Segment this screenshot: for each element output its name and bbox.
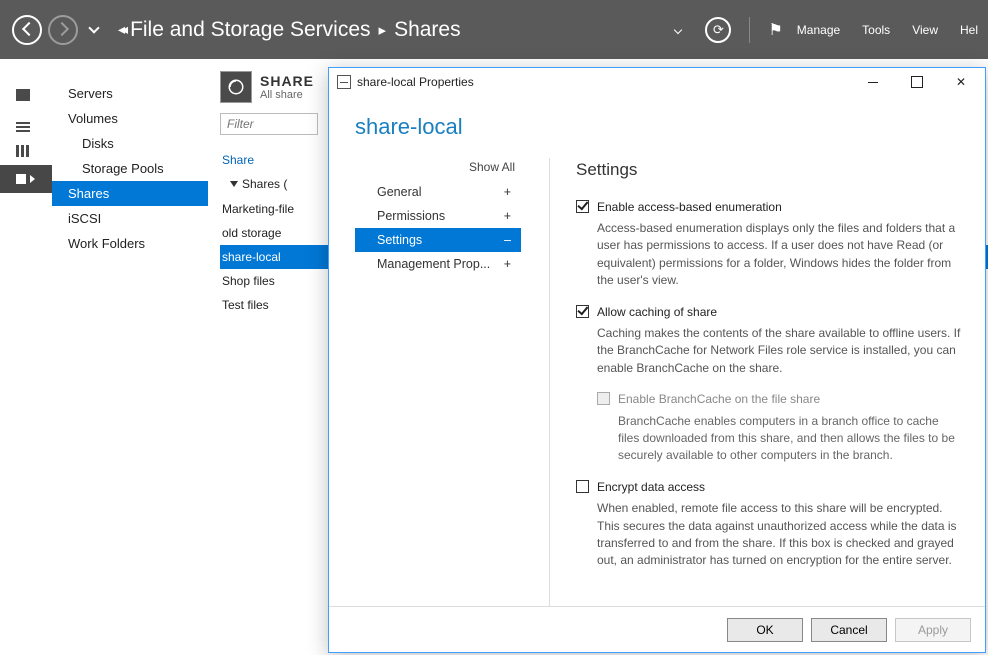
ok-button[interactable]: OK [727, 618, 803, 642]
cache-desc: Caching makes the contents of the share … [576, 321, 961, 377]
menu-view[interactable]: View [912, 23, 938, 37]
rail-local[interactable] [0, 109, 52, 137]
dlg-nav-management[interactable]: Management Prop... + [355, 252, 521, 276]
menu-help[interactable]: Hel [960, 23, 978, 37]
dlg-nav-settings[interactable]: Settings – [355, 228, 521, 252]
dialog-footer: OK Cancel Apply [329, 606, 985, 652]
branchcache-checkbox [597, 392, 610, 405]
forward-button[interactable] [48, 15, 78, 45]
menu-tools[interactable]: Tools [862, 23, 890, 37]
servers-icon [16, 145, 19, 157]
dlg-nav-permissions[interactable]: Permissions + [355, 204, 521, 228]
abe-checkbox[interactable] [576, 200, 589, 213]
dlg-nav-general[interactable]: General + [355, 180, 521, 204]
cancel-button[interactable]: Cancel [811, 618, 887, 642]
branchcache-label: Enable BranchCache on the file share [618, 391, 820, 408]
nav-servers[interactable]: Servers [52, 81, 208, 106]
breadcrumb: ◂◂ File and Storage Services ▸ Shares [116, 18, 461, 42]
icon-rail [0, 59, 52, 655]
dialog-heading: share-local [355, 104, 965, 158]
nav-disks[interactable]: Disks [52, 131, 208, 156]
filter-input[interactable] [220, 113, 318, 135]
branchcache-checkbox-row: Enable BranchCache on the file share [597, 391, 961, 408]
menu-manage[interactable]: Manage [797, 23, 840, 37]
rail-dashboard[interactable] [0, 81, 52, 109]
nav-work-folders[interactable]: Work Folders [52, 231, 208, 256]
dialog-titlebar[interactable]: share-local Properties ✕ [329, 68, 985, 96]
option-branchcache: Enable BranchCache on the file share Bra… [597, 391, 961, 465]
shares-tile-icon [220, 71, 252, 103]
rail-all[interactable] [0, 137, 52, 165]
encrypt-desc: When enabled, remote file access to this… [576, 496, 961, 570]
panel-title: SHARE [260, 73, 314, 89]
dlg-nav-label: Permissions [377, 209, 445, 223]
dialog-icon [337, 75, 351, 89]
abe-desc: Access-based enumeration displays only t… [576, 216, 961, 290]
collapse-icon: – [504, 233, 511, 247]
arrow-right-icon [57, 21, 70, 39]
menubar: Manage Tools View Hel [797, 23, 978, 37]
storage-icon [16, 174, 26, 184]
option-cache: Allow caching of share Caching makes the… [576, 304, 961, 378]
arrow-left-icon [21, 21, 34, 39]
minimize-button[interactable] [851, 68, 895, 96]
breadcrumb-separator-icon: ▸ [379, 21, 387, 39]
maximize-button[interactable] [895, 68, 939, 96]
collapse-icon [230, 181, 238, 187]
branchcache-desc: BranchCache enables computers in a branc… [597, 409, 961, 465]
dialog-title-text: share-local Properties [357, 75, 474, 89]
history-dropdown-icon[interactable] [88, 22, 99, 33]
dialog-nav: Show All General + Permissions + Settings –… [355, 158, 521, 606]
rail-file-storage[interactable] [0, 165, 52, 193]
cache-checkbox[interactable] [576, 305, 589, 318]
separator [749, 17, 750, 43]
nav-iscsi[interactable]: iSCSI [52, 206, 208, 231]
share-group-label: Shares ( [242, 177, 287, 191]
dlg-nav-label: General [377, 185, 421, 199]
dlg-nav-label: Settings [377, 233, 422, 247]
refresh-button[interactable]: ⟳ [705, 17, 731, 43]
dropdown-icon[interactable] [674, 25, 682, 33]
option-encrypt: Encrypt data access When enabled, remote… [576, 479, 961, 570]
encrypt-checkbox-row[interactable]: Encrypt data access [576, 479, 961, 496]
section-title: Settings [576, 158, 961, 183]
encrypt-label: Encrypt data access [597, 479, 705, 496]
notifications-flag-icon[interactable]: ⚑ [768, 20, 782, 40]
breadcrumb-part-0[interactable]: File and Storage Services [130, 18, 370, 42]
breadcrumb-part-1[interactable]: Shares [394, 18, 461, 42]
cache-label: Allow caching of share [597, 304, 717, 321]
breadcrumb-back-icon[interactable]: ◂◂ [118, 21, 124, 38]
expand-icon: + [504, 185, 511, 199]
expand-icon: + [504, 257, 511, 271]
close-button[interactable]: ✕ [939, 68, 983, 96]
server-icon [16, 122, 30, 124]
dashboard-icon [16, 89, 30, 101]
panel-subtitle: All share [260, 89, 314, 101]
nav-storage-pools[interactable]: Storage Pools [52, 156, 208, 181]
nav-tree: Servers Volumes Disks Storage Pools Shar… [52, 59, 208, 655]
expand-icon [30, 175, 35, 183]
encrypt-checkbox[interactable] [576, 480, 589, 493]
show-all-link[interactable]: Show All [355, 158, 521, 180]
dialog-content: Settings Enable access-based enumeration… [549, 158, 965, 606]
top-icons: ⟳ ⚑ [665, 17, 782, 43]
back-button[interactable] [12, 15, 42, 45]
cache-checkbox-row[interactable]: Allow caching of share [576, 304, 961, 321]
properties-dialog: share-local Properties ✕ share-local Sho… [328, 67, 986, 653]
nav-volumes[interactable]: Volumes [52, 106, 208, 131]
titlebar: ◂◂ File and Storage Services ▸ Shares ⟳ … [0, 0, 988, 59]
nav-shares[interactable]: Shares [52, 181, 208, 206]
abe-checkbox-row[interactable]: Enable access-based enumeration [576, 199, 961, 216]
apply-button[interactable]: Apply [895, 618, 971, 642]
expand-icon: + [504, 209, 511, 223]
abe-label: Enable access-based enumeration [597, 199, 782, 216]
option-abe: Enable access-based enumeration Access-b… [576, 199, 961, 290]
dlg-nav-label: Management Prop... [377, 257, 490, 271]
